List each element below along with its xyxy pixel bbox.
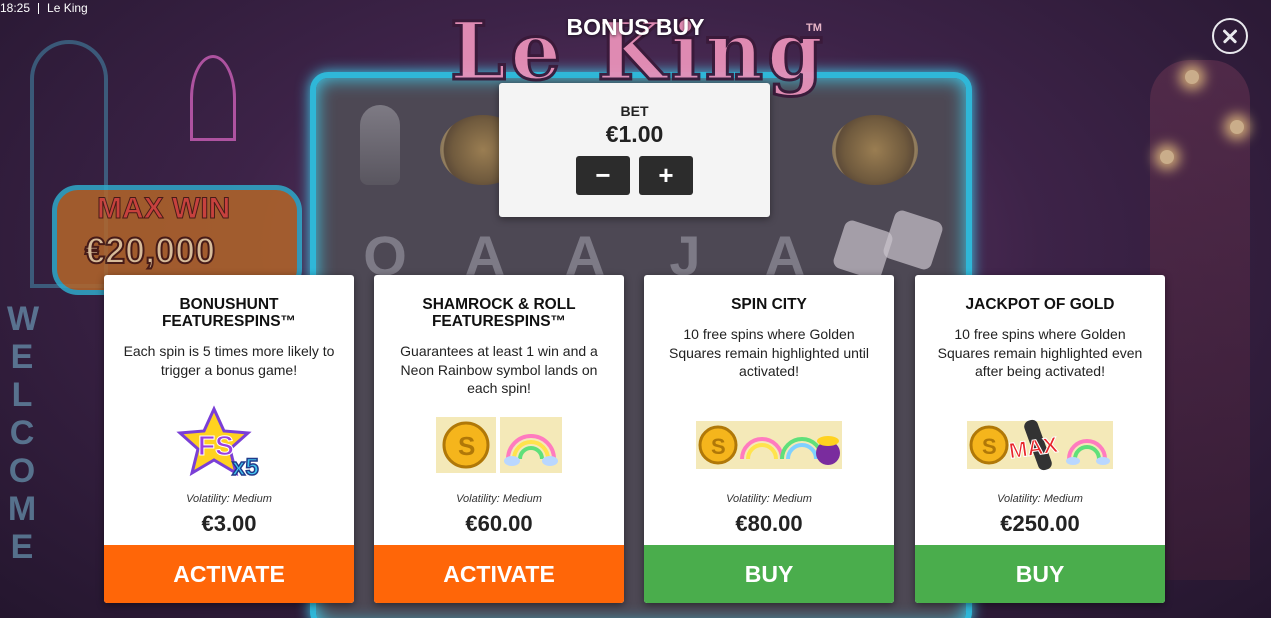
card-title: SPIN CITY bbox=[731, 296, 807, 313]
max-win-value: €20,000 bbox=[84, 229, 216, 272]
bet-value: €1.00 bbox=[605, 121, 664, 147]
volatility-label: Volatility: Medium bbox=[997, 493, 1083, 505]
fs-x5-icon: FS x5 bbox=[104, 405, 354, 485]
light-bulb-icon bbox=[1185, 70, 1199, 84]
fs-icon-multiplier: x5 bbox=[232, 454, 259, 481]
coin-max-rainbow-icon: S MAX bbox=[915, 405, 1165, 485]
welcome-text: WELCOME bbox=[7, 300, 40, 566]
page-title: BONUS BUY bbox=[566, 14, 705, 40]
bet-panel: BET €1.00 − + bbox=[499, 83, 770, 217]
card-description: 10 free spins where Golden Squares remai… bbox=[937, 326, 1143, 379]
card-description: Each spin is 5 times more likely to trig… bbox=[123, 343, 335, 378]
close-button[interactable] bbox=[1212, 18, 1248, 54]
roulette-icon bbox=[832, 115, 918, 185]
welcome-sign: WELCOME bbox=[0, 300, 44, 566]
svg-text:S: S bbox=[982, 434, 997, 459]
card-description: Guarantees at least 1 win and a Neon Rai… bbox=[400, 343, 598, 396]
volatility-label: Volatility: Medium bbox=[456, 493, 542, 505]
flamingo-neon-icon bbox=[190, 55, 236, 141]
tower-decoration bbox=[1150, 60, 1250, 580]
bet-label: BET bbox=[620, 103, 649, 119]
decrease-bet-button[interactable]: − bbox=[576, 156, 630, 195]
card-title: JACKPOT OF GOLD bbox=[965, 296, 1115, 313]
microphone-icon bbox=[360, 105, 400, 185]
clock: 18:25 bbox=[0, 1, 31, 15]
card-description: 10 free spins where Golden Squares remai… bbox=[668, 326, 869, 379]
bonus-card-spin-city: SPIN CITY 10 free spins where Golden Squ… bbox=[644, 275, 894, 603]
svg-text:S: S bbox=[458, 431, 475, 461]
card-price: €60.00 bbox=[465, 511, 533, 536]
increase-bet-button[interactable]: + bbox=[639, 156, 693, 195]
buy-button[interactable]: BUY bbox=[644, 545, 894, 603]
volatility-label: Volatility: Medium bbox=[726, 493, 812, 505]
fs-icon-text: FS bbox=[198, 430, 234, 461]
coin-rainbow-pot-icon: S bbox=[644, 405, 894, 485]
bonus-card-shamrock: SHAMROCK & ROLL FEATURESPINS™ Guarantees… bbox=[374, 275, 624, 603]
card-price: €80.00 bbox=[735, 511, 803, 536]
bonus-card-jackpot: JACKPOT OF GOLD 10 free spins where Gold… bbox=[915, 275, 1165, 603]
bonus-card-bonushunt: BONUSHUNT FEATURESPINS™ Each spin is 5 t… bbox=[104, 275, 354, 603]
light-bulb-icon bbox=[1160, 150, 1174, 164]
coin-rainbow-icon: S bbox=[374, 405, 624, 485]
volatility-label: Volatility: Medium bbox=[186, 493, 272, 505]
buy-button[interactable]: BUY bbox=[915, 545, 1165, 603]
card-price: €250.00 bbox=[1000, 511, 1080, 536]
max-win-label: MAX WIN bbox=[96, 192, 231, 226]
activate-button[interactable]: ACTIVATE bbox=[104, 545, 354, 603]
app-name: Le King bbox=[47, 1, 88, 15]
card-price: €3.00 bbox=[201, 511, 257, 536]
svg-text:S: S bbox=[711, 434, 726, 459]
card-title: BONUSHUNT FEATURESPINS™ bbox=[161, 296, 297, 330]
card-title: SHAMROCK & ROLL FEATURESPINS™ bbox=[422, 296, 576, 330]
light-bulb-icon bbox=[1230, 120, 1244, 134]
activate-button[interactable]: ACTIVATE bbox=[374, 545, 624, 603]
separator bbox=[38, 2, 40, 14]
